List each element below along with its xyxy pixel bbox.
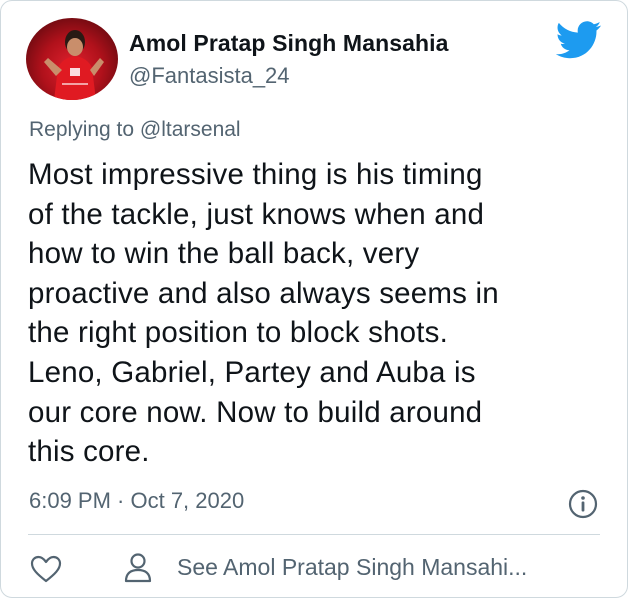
author-handle[interactable]: @Fantasista_24	[129, 63, 290, 89]
tweet-timestamp[interactable]: 6:09 PM · Oct 7, 2020	[29, 488, 244, 514]
author-avatar[interactable]	[26, 18, 118, 100]
person-icon[interactable]	[123, 552, 153, 584]
replying-to[interactable]: Replying to @ltarsenal	[29, 118, 241, 142]
avatar-image	[44, 30, 104, 100]
author-name[interactable]: Amol Pratap Singh Mansahia	[129, 30, 449, 57]
tweet-card: Amol Pratap Singh Mansahia @Fantasista_2…	[0, 0, 628, 598]
heart-icon[interactable]	[29, 554, 63, 584]
tweet-text: Most impressive thing is his timing of t…	[28, 158, 499, 469]
twitter-bird-icon[interactable]	[556, 21, 602, 59]
divider	[28, 534, 600, 535]
see-profile-link[interactable]: See Amol Pratap Singh Mansahi...	[177, 554, 527, 581]
info-icon[interactable]	[567, 488, 599, 520]
